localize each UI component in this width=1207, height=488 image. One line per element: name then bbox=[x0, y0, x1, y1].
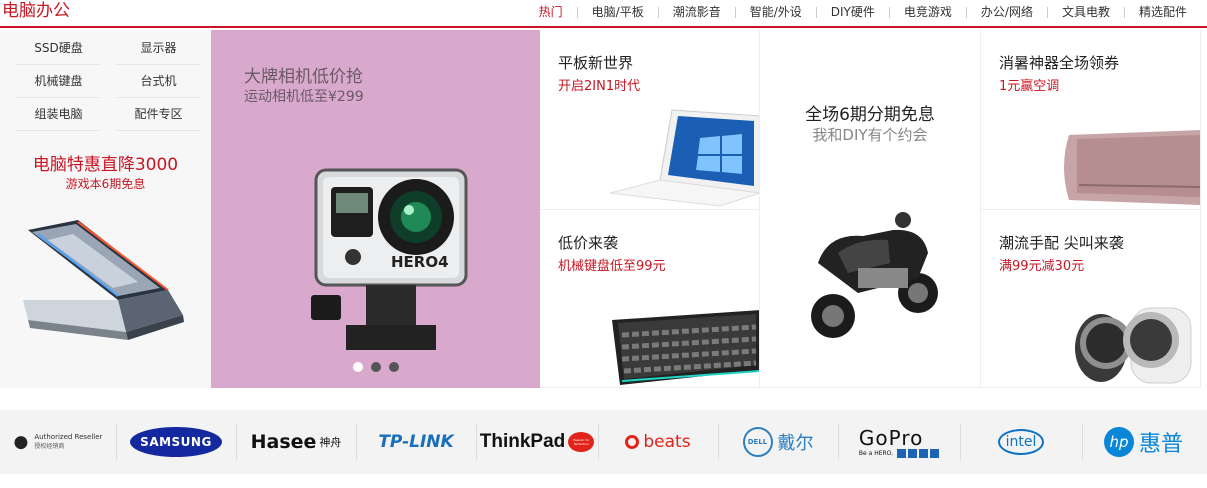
nav-tab-stationery[interactable]: 文具电教 bbox=[1048, 4, 1124, 20]
thinkpad-badge: Passion for Perfection bbox=[568, 432, 595, 452]
beats-logo-icon bbox=[625, 435, 640, 449]
nav-tab-esports[interactable]: 电竞游戏 bbox=[890, 4, 966, 20]
intel-logo: intel bbox=[998, 429, 1044, 455]
tile-watch-subtitle: 满99元减30元 bbox=[999, 259, 1085, 274]
gaming-laptop-image[interactable] bbox=[18, 220, 193, 350]
link-desktop[interactable]: 台式机 bbox=[116, 65, 201, 98]
tile-tablet-title: 平板新世界 bbox=[558, 54, 634, 72]
tile-keyboard[interactable]: 低价来袭 机械键盘低至99元 bbox=[540, 210, 760, 388]
brand-samsung[interactable]: SAMSUNG bbox=[116, 410, 236, 474]
brand-tplink[interactable]: TP-LINK bbox=[356, 410, 476, 474]
apple-reseller-cn: 授权经销商 bbox=[34, 443, 65, 450]
hasee-logo-text: Hasee bbox=[250, 431, 317, 453]
nav-tab-computer-tablet[interactable]: 电脑/平板 bbox=[578, 4, 658, 20]
tile-installment-subtitle: 我和DIY有个约会 bbox=[812, 126, 928, 144]
carousel-dot-1[interactable] bbox=[352, 362, 363, 372]
tile-keyboard-title: 低价来袭 bbox=[558, 234, 619, 252]
hero-carousel[interactable]: 大牌相机低价抢 运动相机低至¥299 HERO4 bbox=[211, 30, 540, 388]
tile-aircon[interactable]: 消暑神器全场领券 1元赢空调 bbox=[981, 30, 1201, 210]
tile-aircon-title: 消暑神器全场领券 bbox=[999, 54, 1120, 72]
intel-logo-text: intel bbox=[1005, 434, 1037, 450]
carousel-subtitle: 运动相机低至¥299 bbox=[244, 89, 364, 105]
dell-logo: DELL bbox=[742, 427, 773, 457]
tablet-image bbox=[610, 109, 759, 207]
carousel-dot-2[interactable] bbox=[370, 362, 381, 372]
tile-tablet-subtitle: 开启2IN1时代 bbox=[558, 79, 641, 94]
mech-keyboard-image bbox=[612, 310, 759, 385]
hp-logo-text: hp bbox=[1109, 433, 1129, 451]
nav-tab-office-network[interactable]: 办公/网络 bbox=[967, 4, 1047, 20]
tplink-logo-text: TP-LINK bbox=[378, 432, 454, 452]
floor-nav: 热门 电脑/平板 潮流影音 智能/外设 DIY硬件 电竞游戏 办公/网络 文具电… bbox=[525, 4, 1201, 20]
camera-label: HERO4 bbox=[391, 253, 449, 271]
left-panel: SSD硬盘 显示器 机械键盘 台式机 组装电脑 配件专区 电脑特惠直降3000 … bbox=[0, 30, 211, 388]
brand-hasee[interactable]: Hasee 神舟 bbox=[236, 410, 356, 474]
link-accessories[interactable]: 配件专区 bbox=[116, 98, 201, 131]
brand-dell[interactable]: DELL 戴尔 bbox=[718, 410, 838, 474]
nav-tab-smart-peripherals[interactable]: 智能/外设 bbox=[736, 4, 816, 20]
nav-tab-diy-hardware[interactable]: DIY硬件 bbox=[817, 4, 889, 20]
apple-reseller-text: Authorized Reseller bbox=[34, 433, 103, 441]
gopro-blue-blocks bbox=[897, 448, 940, 458]
brand-gopro[interactable]: GoPro Be a HERO. bbox=[838, 410, 960, 474]
floor-title: 电脑办公 bbox=[2, 1, 70, 21]
left-promo-subtitle[interactable]: 游戏本6期免息 bbox=[0, 175, 211, 192]
smartwatch-image bbox=[1075, 307, 1192, 384]
hp-logo-cn: 惠普 bbox=[1138, 432, 1183, 457]
link-custom-pc[interactable]: 组装电脑 bbox=[16, 98, 101, 131]
brand-intel[interactable]: intel bbox=[960, 410, 1082, 474]
samsung-logo-text: SAMSUNG bbox=[140, 435, 212, 449]
nav-tab-accessories[interactable]: 精选配件 bbox=[1125, 4, 1201, 20]
brand-apple[interactable]: ● Authorized Reseller 授权经销商 bbox=[0, 410, 116, 474]
hasee-logo-cn: 神舟 bbox=[319, 436, 342, 449]
samsung-logo: SAMSUNG bbox=[130, 427, 222, 457]
tile-keyboard-subtitle: 机械键盘低至99元 bbox=[558, 259, 666, 274]
brand-strip: ● Authorized Reseller 授权经销商 SAMSUNG Hase… bbox=[0, 410, 1207, 474]
action-camera-image[interactable]: HERO4 bbox=[291, 165, 491, 355]
dell-logo-cn: 戴尔 bbox=[777, 433, 814, 454]
carousel-title: 大牌相机低价抢 bbox=[244, 67, 363, 87]
left-promo-title[interactable]: 电脑特惠直降3000 bbox=[0, 150, 211, 175]
thinkpad-badge-text: Passion for Perfection bbox=[573, 438, 590, 446]
tile-installment[interactable]: 全场6期分期免息 我和DIY有个约会 bbox=[760, 30, 981, 388]
brand-hp[interactable]: hp 惠普 bbox=[1082, 410, 1205, 474]
tile-tablet[interactable]: 平板新世界 开启2IN1时代 bbox=[540, 30, 760, 210]
brand-beats[interactable]: beats bbox=[598, 410, 718, 474]
link-mech-keyboard[interactable]: 机械键盘 bbox=[16, 65, 101, 98]
motorcycle-image bbox=[811, 212, 938, 338]
hp-logo: hp bbox=[1103, 427, 1134, 457]
floor-header: 电脑办公 热门 电脑/平板 潮流影音 智能/外设 DIY硬件 电竞游戏 办公/网… bbox=[0, 0, 1207, 28]
tile-aircon-subtitle: 1元赢空调 bbox=[999, 79, 1060, 94]
apple-logo-icon: ● bbox=[13, 432, 29, 452]
carousel-dot-3[interactable] bbox=[388, 362, 399, 372]
brand-thinkpad[interactable]: ThinkPad Passion for Perfection bbox=[476, 410, 598, 474]
dell-logo-text: DELL bbox=[747, 438, 768, 446]
gopro-logo-text: GoPro bbox=[858, 425, 924, 450]
tile-watch[interactable]: 潮流手配 尖叫来袭 满99元减30元 bbox=[981, 210, 1201, 388]
tile-watch-title: 潮流手配 尖叫来袭 bbox=[999, 234, 1124, 252]
nav-tab-hot[interactable]: 热门 bbox=[525, 4, 577, 20]
nav-tab-audio-video[interactable]: 潮流影音 bbox=[659, 4, 735, 20]
gopro-tagline: Be a HERO. bbox=[858, 449, 894, 457]
thinkpad-logo-text: ThinkPad bbox=[479, 431, 566, 452]
link-ssd[interactable]: SSD硬盘 bbox=[16, 32, 101, 65]
tile-installment-title: 全场6期分期免息 bbox=[805, 105, 935, 125]
category-links: SSD硬盘 显示器 机械键盘 台式机 组装电脑 配件专区 bbox=[16, 32, 201, 131]
link-monitor[interactable]: 显示器 bbox=[116, 32, 201, 65]
beats-logo-text: beats bbox=[643, 432, 691, 452]
carousel-dots bbox=[211, 362, 540, 372]
air-conditioner-image bbox=[1064, 130, 1200, 205]
